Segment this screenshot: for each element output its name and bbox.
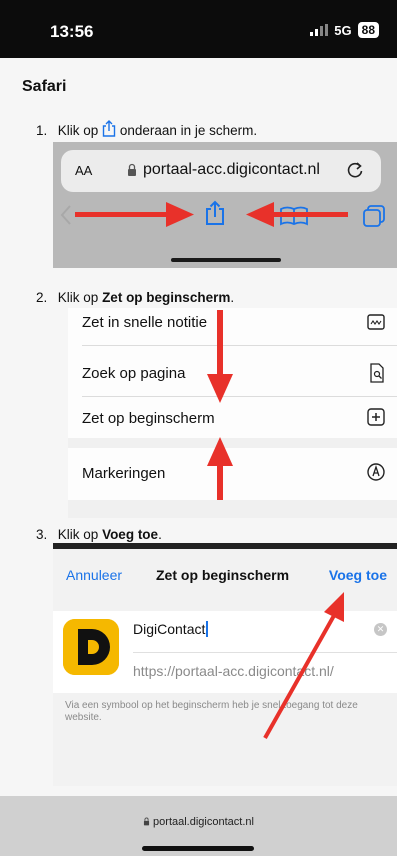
status-time: 13:56 [50,22,94,41]
lock-icon [143,817,150,826]
reload-icon [347,162,363,178]
app-url: https://portaal-acc.digicontact.nl/ [133,663,334,679]
bottom-url[interactable]: portaal.digicontact.nl [0,816,397,828]
menu-item-add-to-home[interactable]: Zet op beginscherm [68,398,397,440]
home-indicator [171,258,281,262]
clear-icon[interactable]: ✕ [374,623,387,636]
add-square-icon [367,408,385,426]
bottom-address-bar: portaal.digicontact.nl [0,796,397,856]
home-indicator [142,846,254,851]
address-url: portaal-acc.digicontact.nl [143,161,320,178]
share-icon [206,200,224,225]
bookmarks-icon [280,206,308,226]
screenshot-share-menu: Zet in snelle notitie Zoek op pagina Zet… [68,308,397,518]
back-icon [60,205,71,225]
dialog-nav: Annuleer Zet op beginscherm Voeg toe [53,549,397,601]
app-icon [63,619,119,675]
app-logo [63,619,119,675]
menu-group-2: Markeringen [68,448,397,500]
step-3: 3. Klik op Voeg toe. [36,527,162,542]
dialog-hint: Via een symbool op het beginscherm heb j… [65,700,358,723]
status-bar: 13:56 5G 88 [0,0,397,58]
menu-item-markup[interactable]: Markeringen [68,453,397,495]
page-title: Safari [22,78,67,95]
menu-item-find-on-page[interactable]: Zoek op pagina [68,353,397,395]
address-bar: AA portaal-acc.digicontact.nl [61,150,381,192]
step-2: 2. Klik op Zet op beginscherm. [36,290,235,305]
tabs-icon [363,205,385,227]
lock-icon [128,163,136,176]
menu-item-quick-note[interactable]: Zet in snelle notitie [68,308,397,350]
dialog-title: Zet op beginscherm [156,567,290,583]
screenshot-safari-toolbar: AA portaal-acc.digicontact.nl [53,142,397,268]
app-form: DigiContact ✕ https://portaal-acc.digico… [53,611,397,693]
markup-icon [367,463,385,481]
reader-aa: AA [75,163,93,178]
share-icon [102,120,116,137]
step-1: 1. Klik op onderaan in je scherm. [36,120,257,138]
network-type: 5G [334,22,352,38]
status-right: 5G 88 [310,22,379,38]
find-page-icon [370,363,384,383]
quick-note-icon [367,314,385,330]
screenshot-add-to-home-dialog: Annuleer Zet op beginscherm Voeg toe Dig… [53,543,397,786]
battery-icon: 88 [357,22,379,38]
cancel-button[interactable]: Annuleer [66,567,122,583]
app-name-input[interactable]: DigiContact [133,621,208,637]
add-button[interactable]: Voeg toe [329,567,387,583]
signal-icon [310,24,329,36]
menu-group-1: Zet in snelle notitie Zoek op pagina Zet… [68,308,397,438]
